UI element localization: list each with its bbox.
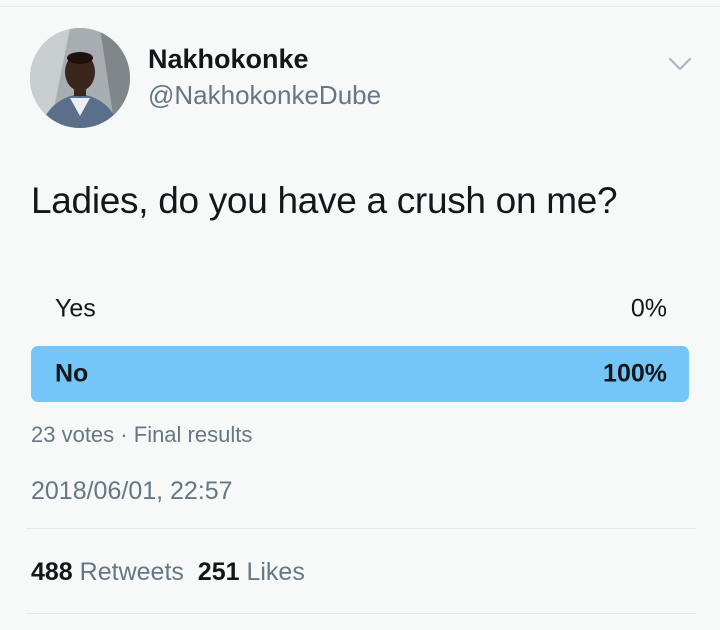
poll-meta: 23 votes · Final results [31,422,252,448]
likes-stat[interactable]: 251 Likes [198,558,305,586]
likes-count: 251 [197,558,240,586]
poll-option-label: No [55,359,89,388]
top-divider [0,6,720,7]
author-handle[interactable]: @NakhokonkeDube [148,80,381,111]
meta-separator: · [120,422,128,447]
retweets-label: Retweets [79,558,184,586]
chevron-down-icon[interactable] [666,54,694,74]
poll-option-percent: 100% [603,359,667,388]
poll-option-fill [31,346,689,402]
poll-option-yes: Yes 0% [31,281,689,337]
poll-option-percent: 0% [630,294,667,323]
poll-status: Final results [133,422,253,447]
divider [26,528,696,529]
avatar-photo [30,28,130,128]
author-display-name[interactable]: Nakhokonke [148,44,309,75]
tweet-stats: 488 Retweets 251 Likes [31,558,305,587]
divider [26,613,696,614]
poll-votes: 23 votes [31,422,115,447]
poll-option-no: No 100% [31,346,689,402]
tweet-text: Ladies, do you have a crush on me? [31,180,618,221]
retweets-stat[interactable]: 488 Retweets [31,558,184,586]
retweets-count: 488 [31,558,73,586]
tweet-timestamp[interactable]: 2018/06/01, 22:57 [31,477,233,506]
avatar[interactable] [30,28,130,128]
poll-option-label: Yes [55,294,96,323]
likes-label: Likes [246,558,305,586]
